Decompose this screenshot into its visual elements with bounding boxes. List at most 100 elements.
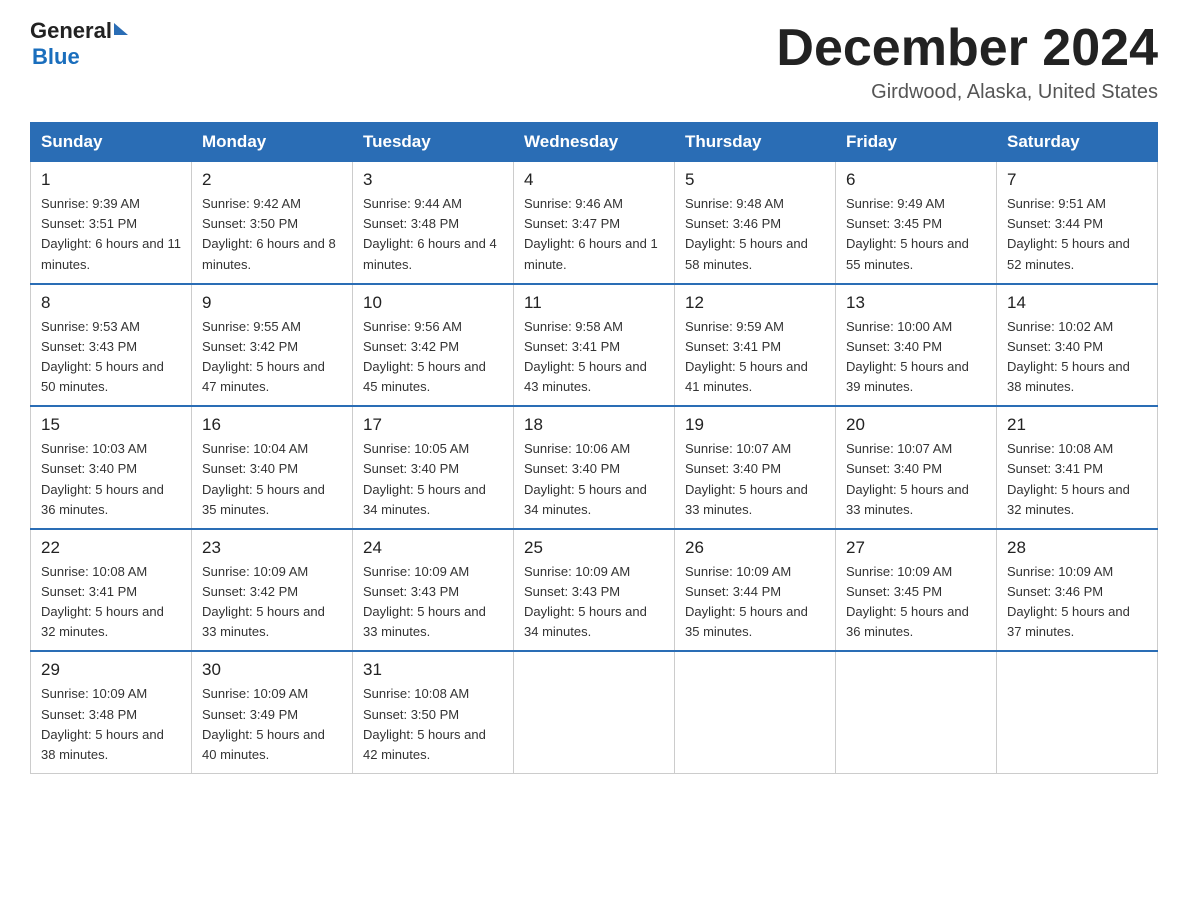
calendar-day-cell: 8 Sunrise: 9:53 AMSunset: 3:43 PMDaylight… xyxy=(31,284,192,407)
day-info: Sunrise: 9:39 AMSunset: 3:51 PMDaylight:… xyxy=(41,194,181,275)
calendar-table: SundayMondayTuesdayWednesdayThursdayFrid… xyxy=(30,122,1158,774)
day-number: 24 xyxy=(363,538,503,558)
calendar-day-cell: 6 Sunrise: 9:49 AMSunset: 3:45 PMDaylight… xyxy=(836,162,997,284)
day-number: 25 xyxy=(524,538,664,558)
day-number: 2 xyxy=(202,170,342,190)
calendar-empty-cell xyxy=(836,651,997,773)
day-number: 5 xyxy=(685,170,825,190)
calendar-day-cell: 13Sunrise: 10:00 AMSunset: 3:40 PMDaylig… xyxy=(836,284,997,407)
calendar-day-cell: 29 Sunrise: 10:09 AMSunset: 3:48 PMDaylig… xyxy=(31,651,192,773)
day-number: 20 xyxy=(846,415,986,435)
day-info: Sunrise: 9:51 AMSunset: 3:44 PMDaylight:… xyxy=(1007,194,1147,275)
day-info: Sunrise: 10:07 AMSunset: 3:40 PMDaylight… xyxy=(685,439,825,520)
weekday-header-monday: Monday xyxy=(192,123,353,162)
weekday-header-saturday: Saturday xyxy=(997,123,1158,162)
calendar-week-row: 29 Sunrise: 10:09 AMSunset: 3:48 PMDaylig… xyxy=(31,651,1158,773)
day-number: 3 xyxy=(363,170,503,190)
logo-general-text: General xyxy=(30,20,112,42)
day-number: 29 xyxy=(41,660,181,680)
day-number: 8 xyxy=(41,293,181,313)
calendar-day-cell: 18 Sunrise: 10:06 AMSunset: 3:40 PMDaylig… xyxy=(514,406,675,529)
day-number: 12 xyxy=(685,293,825,313)
calendar-week-row: 22 Sunrise: 10:08 AMSunset: 3:41 PMDaylig… xyxy=(31,529,1158,652)
weekday-header-wednesday: Wednesday xyxy=(514,123,675,162)
day-info: Sunrise: 10:09 AMSunset: 3:46 PMDaylight… xyxy=(1007,562,1147,643)
day-info: Sunrise: 10:03 AMSunset: 3:40 PMDaylight… xyxy=(41,439,181,520)
calendar-day-cell: 15 Sunrise: 10:03 AMSunset: 3:40 PMDaylig… xyxy=(31,406,192,529)
calendar-day-cell: 21Sunrise: 10:08 AMSunset: 3:41 PMDaylig… xyxy=(997,406,1158,529)
day-info: Sunrise: 10:09 AMSunset: 3:49 PMDaylight… xyxy=(202,684,342,765)
calendar-week-row: 1 Sunrise: 9:39 AMSunset: 3:51 PMDaylight… xyxy=(31,162,1158,284)
day-number: 13 xyxy=(846,293,986,313)
calendar-week-row: 8 Sunrise: 9:53 AMSunset: 3:43 PMDaylight… xyxy=(31,284,1158,407)
calendar-day-cell: 3 Sunrise: 9:44 AMSunset: 3:48 PMDaylight… xyxy=(353,162,514,284)
day-info: Sunrise: 10:02 AMSunset: 3:40 PMDaylight… xyxy=(1007,317,1147,398)
day-info: Sunrise: 9:48 AMSunset: 3:46 PMDaylight:… xyxy=(685,194,825,275)
calendar-day-cell: 2 Sunrise: 9:42 AMSunset: 3:50 PMDaylight… xyxy=(192,162,353,284)
page-header: General Blue December 2024 Girdwood, Ala… xyxy=(30,20,1158,104)
day-info: Sunrise: 10:09 AMSunset: 3:43 PMDaylight… xyxy=(363,562,503,643)
day-number: 26 xyxy=(685,538,825,558)
calendar-day-cell: 25Sunrise: 10:09 AMSunset: 3:43 PMDaylig… xyxy=(514,529,675,652)
day-number: 7 xyxy=(1007,170,1147,190)
weekday-header-sunday: Sunday xyxy=(31,123,192,162)
day-info: Sunrise: 9:53 AMSunset: 3:43 PMDaylight:… xyxy=(41,317,181,398)
day-number: 14 xyxy=(1007,293,1147,313)
day-info: Sunrise: 10:08 AMSunset: 3:50 PMDaylight… xyxy=(363,684,503,765)
calendar-day-cell: 16Sunrise: 10:04 AMSunset: 3:40 PMDaylig… xyxy=(192,406,353,529)
calendar-day-cell: 9 Sunrise: 9:55 AMSunset: 3:42 PMDaylight… xyxy=(192,284,353,407)
day-info: Sunrise: 9:56 AMSunset: 3:42 PMDaylight:… xyxy=(363,317,503,398)
day-info: Sunrise: 9:58 AMSunset: 3:41 PMDaylight:… xyxy=(524,317,664,398)
day-number: 9 xyxy=(202,293,342,313)
weekday-header-tuesday: Tuesday xyxy=(353,123,514,162)
day-info: Sunrise: 9:55 AMSunset: 3:42 PMDaylight:… xyxy=(202,317,342,398)
day-info: Sunrise: 10:08 AMSunset: 3:41 PMDaylight… xyxy=(41,562,181,643)
day-number: 23 xyxy=(202,538,342,558)
logo-blue-text: Blue xyxy=(30,44,80,70)
calendar-week-row: 15 Sunrise: 10:03 AMSunset: 3:40 PMDaylig… xyxy=(31,406,1158,529)
day-info: Sunrise: 10:07 AMSunset: 3:40 PMDaylight… xyxy=(846,439,986,520)
day-number: 10 xyxy=(363,293,503,313)
calendar-day-cell: 28Sunrise: 10:09 AMSunset: 3:46 PMDaylig… xyxy=(997,529,1158,652)
logo: General Blue xyxy=(30,20,128,70)
day-info: Sunrise: 9:42 AMSunset: 3:50 PMDaylight:… xyxy=(202,194,342,275)
calendar-empty-cell xyxy=(675,651,836,773)
calendar-day-cell: 5 Sunrise: 9:48 AMSunset: 3:46 PMDaylight… xyxy=(675,162,836,284)
day-number: 16 xyxy=(202,415,342,435)
day-info: Sunrise: 10:09 AMSunset: 3:42 PMDaylight… xyxy=(202,562,342,643)
calendar-day-cell: 7 Sunrise: 9:51 AMSunset: 3:44 PMDaylight… xyxy=(997,162,1158,284)
calendar-day-cell: 26 Sunrise: 10:09 AMSunset: 3:44 PMDaylig… xyxy=(675,529,836,652)
calendar-day-cell: 17 Sunrise: 10:05 AMSunset: 3:40 PMDaylig… xyxy=(353,406,514,529)
day-number: 31 xyxy=(363,660,503,680)
day-info: Sunrise: 9:46 AMSunset: 3:47 PMDaylight:… xyxy=(524,194,664,275)
calendar-day-cell: 23 Sunrise: 10:09 AMSunset: 3:42 PMDaylig… xyxy=(192,529,353,652)
month-title: December 2024 xyxy=(776,20,1158,77)
day-info: Sunrise: 9:59 AMSunset: 3:41 PMDaylight:… xyxy=(685,317,825,398)
day-number: 15 xyxy=(41,415,181,435)
day-info: Sunrise: 10:09 AMSunset: 3:44 PMDaylight… xyxy=(685,562,825,643)
weekday-header-friday: Friday xyxy=(836,123,997,162)
day-number: 19 xyxy=(685,415,825,435)
day-number: 1 xyxy=(41,170,181,190)
calendar-day-cell: 31 Sunrise: 10:08 AMSunset: 3:50 PMDaylig… xyxy=(353,651,514,773)
day-info: Sunrise: 10:08 AMSunset: 3:41 PMDaylight… xyxy=(1007,439,1147,520)
day-info: Sunrise: 10:05 AMSunset: 3:40 PMDaylight… xyxy=(363,439,503,520)
day-number: 17 xyxy=(363,415,503,435)
logo-arrow-icon xyxy=(114,23,128,35)
calendar-day-cell: 4Sunrise: 9:46 AMSunset: 3:47 PMDaylight… xyxy=(514,162,675,284)
day-info: Sunrise: 9:44 AMSunset: 3:48 PMDaylight:… xyxy=(363,194,503,275)
day-info: Sunrise: 10:06 AMSunset: 3:40 PMDaylight… xyxy=(524,439,664,520)
day-number: 18 xyxy=(524,415,664,435)
day-info: Sunrise: 9:49 AMSunset: 3:45 PMDaylight:… xyxy=(846,194,986,275)
calendar-day-cell: 27Sunrise: 10:09 AMSunset: 3:45 PMDaylig… xyxy=(836,529,997,652)
day-info: Sunrise: 10:09 AMSunset: 3:48 PMDaylight… xyxy=(41,684,181,765)
day-number: 6 xyxy=(846,170,986,190)
day-number: 22 xyxy=(41,538,181,558)
weekday-header-thursday: Thursday xyxy=(675,123,836,162)
calendar-day-cell: 11Sunrise: 9:58 AMSunset: 3:41 PMDayligh… xyxy=(514,284,675,407)
calendar-empty-cell xyxy=(997,651,1158,773)
title-block: December 2024 Girdwood, Alaska, United S… xyxy=(776,20,1158,104)
calendar-day-cell: 12 Sunrise: 9:59 AMSunset: 3:41 PMDayligh… xyxy=(675,284,836,407)
calendar-day-cell: 10 Sunrise: 9:56 AMSunset: 3:42 PMDayligh… xyxy=(353,284,514,407)
weekday-header-row: SundayMondayTuesdayWednesdayThursdayFrid… xyxy=(31,123,1158,162)
